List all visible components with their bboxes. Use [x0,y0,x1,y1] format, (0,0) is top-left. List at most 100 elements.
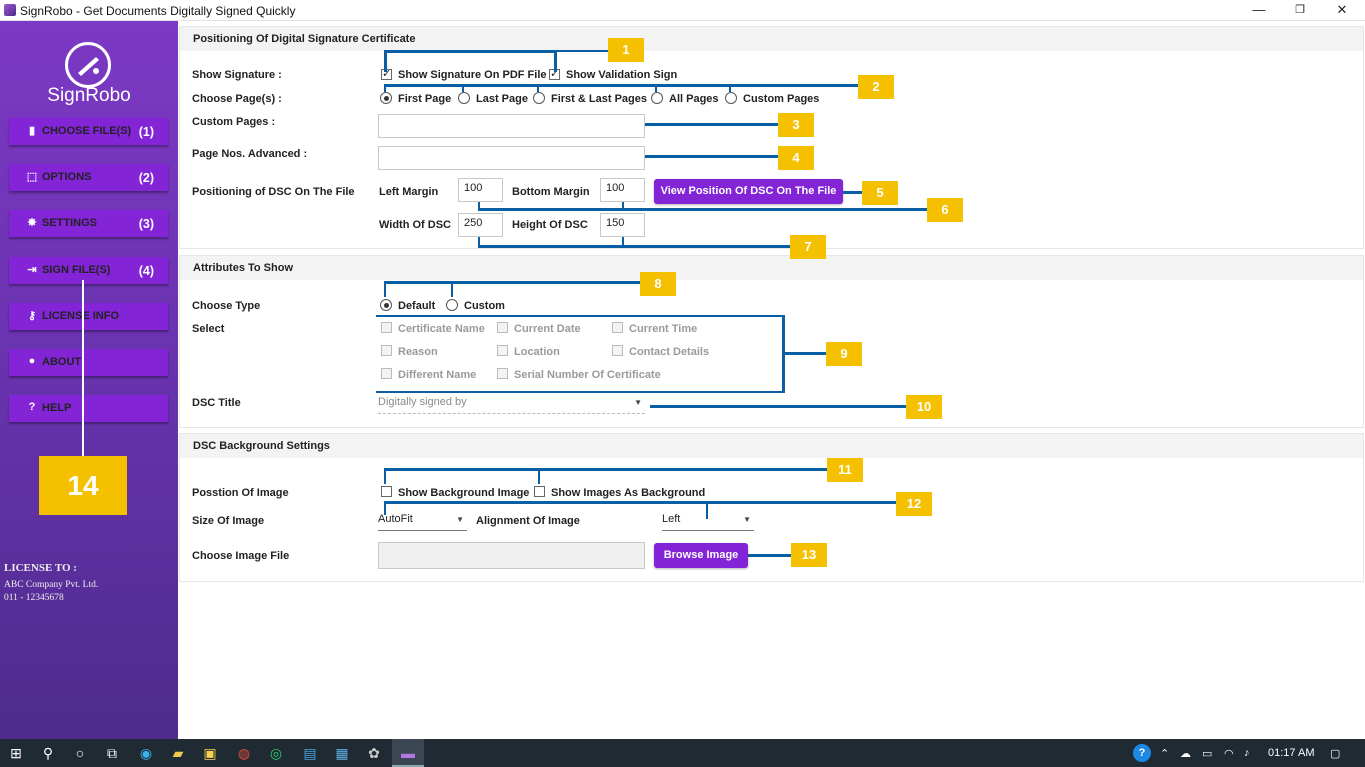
dsc-title-dropdown[interactable]: Digitally signed by ▼ [378,396,645,414]
size-of-image-label: Size Of Image [192,515,265,527]
callout-line [645,123,778,126]
contact-details-checkbox[interactable] [612,345,623,356]
view-position-button[interactable]: View Position Of DSC On The File [654,179,843,204]
field-label: Reason [398,346,438,358]
last-page-radio[interactable] [458,92,470,104]
serial-number-checkbox[interactable] [497,368,508,379]
current-date-checkbox[interactable] [497,322,508,333]
choose-files-button[interactable]: ▮ CHOOSE FILE(S) (1) [9,118,168,145]
about-button[interactable]: ● ABOUT [9,349,168,376]
callout-line [554,50,608,52]
callout-marker-7: 7 [790,235,826,259]
callout-line [384,468,827,471]
first-page-radio[interactable] [380,92,392,104]
default-type-radio[interactable] [380,299,392,311]
custom-pages-radio[interactable] [725,92,737,104]
maximize-button[interactable]: ❐ [1280,0,1320,21]
sidebar: SignRobo ▮ CHOOSE FILE(S) (1) ⬚ OPTIONS … [0,21,178,739]
callout-line [82,280,84,456]
sign-files-button[interactable]: ⇥ SIGN FILE(S) (4) [9,257,168,284]
callout-line [706,501,708,519]
width-of-dsc-label: Width Of DSC [379,219,451,231]
callout-line [384,468,386,484]
browse-image-button[interactable]: Browse Image [654,543,748,568]
nav-count: (1) [138,125,154,139]
callout-marker-5: 5 [862,181,898,205]
options-button[interactable]: ⬚ OPTIONS (2) [9,164,168,191]
custom-type-radio[interactable] [446,299,458,311]
reason-checkbox[interactable] [381,345,392,356]
close-button[interactable]: ✕ [1322,0,1362,21]
callout-line [462,84,464,92]
notifications-icon[interactable]: ▢ [1330,747,1340,760]
location-checkbox[interactable] [497,345,508,356]
options-icon: ⬚ [26,171,38,183]
height-of-dsc-input[interactable]: 150 [600,213,645,237]
gear-icon: ✸ [27,217,37,229]
size-of-image-dropdown[interactable]: AutoFit ▼ [378,513,467,531]
certificate-name-checkbox[interactable] [381,322,392,333]
dsc-position-label: Positioning of DSC On The File [192,186,355,198]
nav-label: CHOOSE FILE(S) [42,125,132,137]
left-margin-input[interactable]: 100 [458,178,503,202]
sticky-notes-icon[interactable]: ▣ [194,739,226,767]
alignment-of-image-dropdown[interactable]: Left ▼ [662,513,754,531]
battery-icon[interactable]: ▭ [1202,747,1212,760]
page-option-label: All Pages [669,93,719,105]
custom-pages-input[interactable] [378,114,645,138]
whatsapp-icon[interactable]: ◎ [260,739,292,767]
file-explorer-icon[interactable]: ▰ [162,739,194,767]
wifi-icon[interactable]: ◠ [1224,747,1234,760]
callout-line [729,84,731,92]
show-signature-label: Show Signature : [192,69,282,81]
app-icon[interactable]: ▦ [326,739,358,767]
callout-line [478,208,927,211]
type-option-label: Custom [464,300,505,312]
width-of-dsc-input[interactable]: 250 [458,213,503,237]
minimize-button[interactable]: — [1239,0,1279,21]
cloud-icon[interactable]: ☁ [1180,747,1191,760]
callout-line [478,237,480,246]
callout-marker-2: 2 [858,75,894,99]
custom-pages-label: Custom Pages : [192,116,276,128]
chevron-down-icon: ▼ [743,515,751,524]
help-tray-icon[interactable]: ? [1133,744,1151,762]
nav-label: HELP [42,402,72,414]
alignment-of-image-value: Left [662,513,681,525]
settings-button[interactable]: ✸ SETTINGS (3) [9,210,168,237]
panel-title: Positioning Of Digital Signature Certifi… [193,33,416,45]
callout-line [645,155,778,158]
page-nos-advanced-input[interactable] [378,146,645,170]
clock[interactable]: 01:17 AM [1268,747,1314,759]
cortana-icon[interactable]: ○ [64,739,96,767]
signrobo-taskbar-icon[interactable]: ▬ [392,739,424,767]
callout-line [748,554,791,557]
current-time-checkbox[interactable] [612,322,623,333]
chrome-icon[interactable]: ◍ [228,739,260,767]
volume-icon[interactable]: ♪ [1244,747,1250,759]
show-background-image-checkbox[interactable] [381,486,392,497]
callout-marker-13: 13 [791,543,827,567]
bottom-margin-input[interactable]: 100 [600,178,645,202]
show-images-as-background-label: Show Images As Background [551,487,706,499]
callout-marker-6: 6 [927,198,963,222]
help-button[interactable]: ? HELP [9,395,168,422]
chevron-up-icon[interactable]: ⌃ [1160,747,1169,760]
windows-start-icon[interactable]: ⊞ [0,739,32,767]
all-pages-radio[interactable] [651,92,663,104]
callout-line [384,281,640,284]
callout-marker-8: 8 [640,272,676,296]
photos-icon[interactable]: ▤ [294,739,326,767]
field-label: Contact Details [629,346,710,358]
show-validation-label: Show Validation Sign [566,69,678,81]
search-icon[interactable]: ⚲ [32,739,64,767]
show-images-as-background-checkbox[interactable] [534,486,545,497]
first-last-pages-radio[interactable] [533,92,545,104]
image-file-input[interactable] [378,542,645,569]
app-icon[interactable]: ✿ [358,739,390,767]
edge-icon[interactable]: ◉ [130,739,162,767]
task-view-icon[interactable]: ⧉ [96,739,128,767]
different-name-checkbox[interactable] [381,368,392,379]
license-info-button[interactable]: ⚷ LICENSE INFO [9,303,168,330]
callout-marker-4: 4 [778,146,814,170]
